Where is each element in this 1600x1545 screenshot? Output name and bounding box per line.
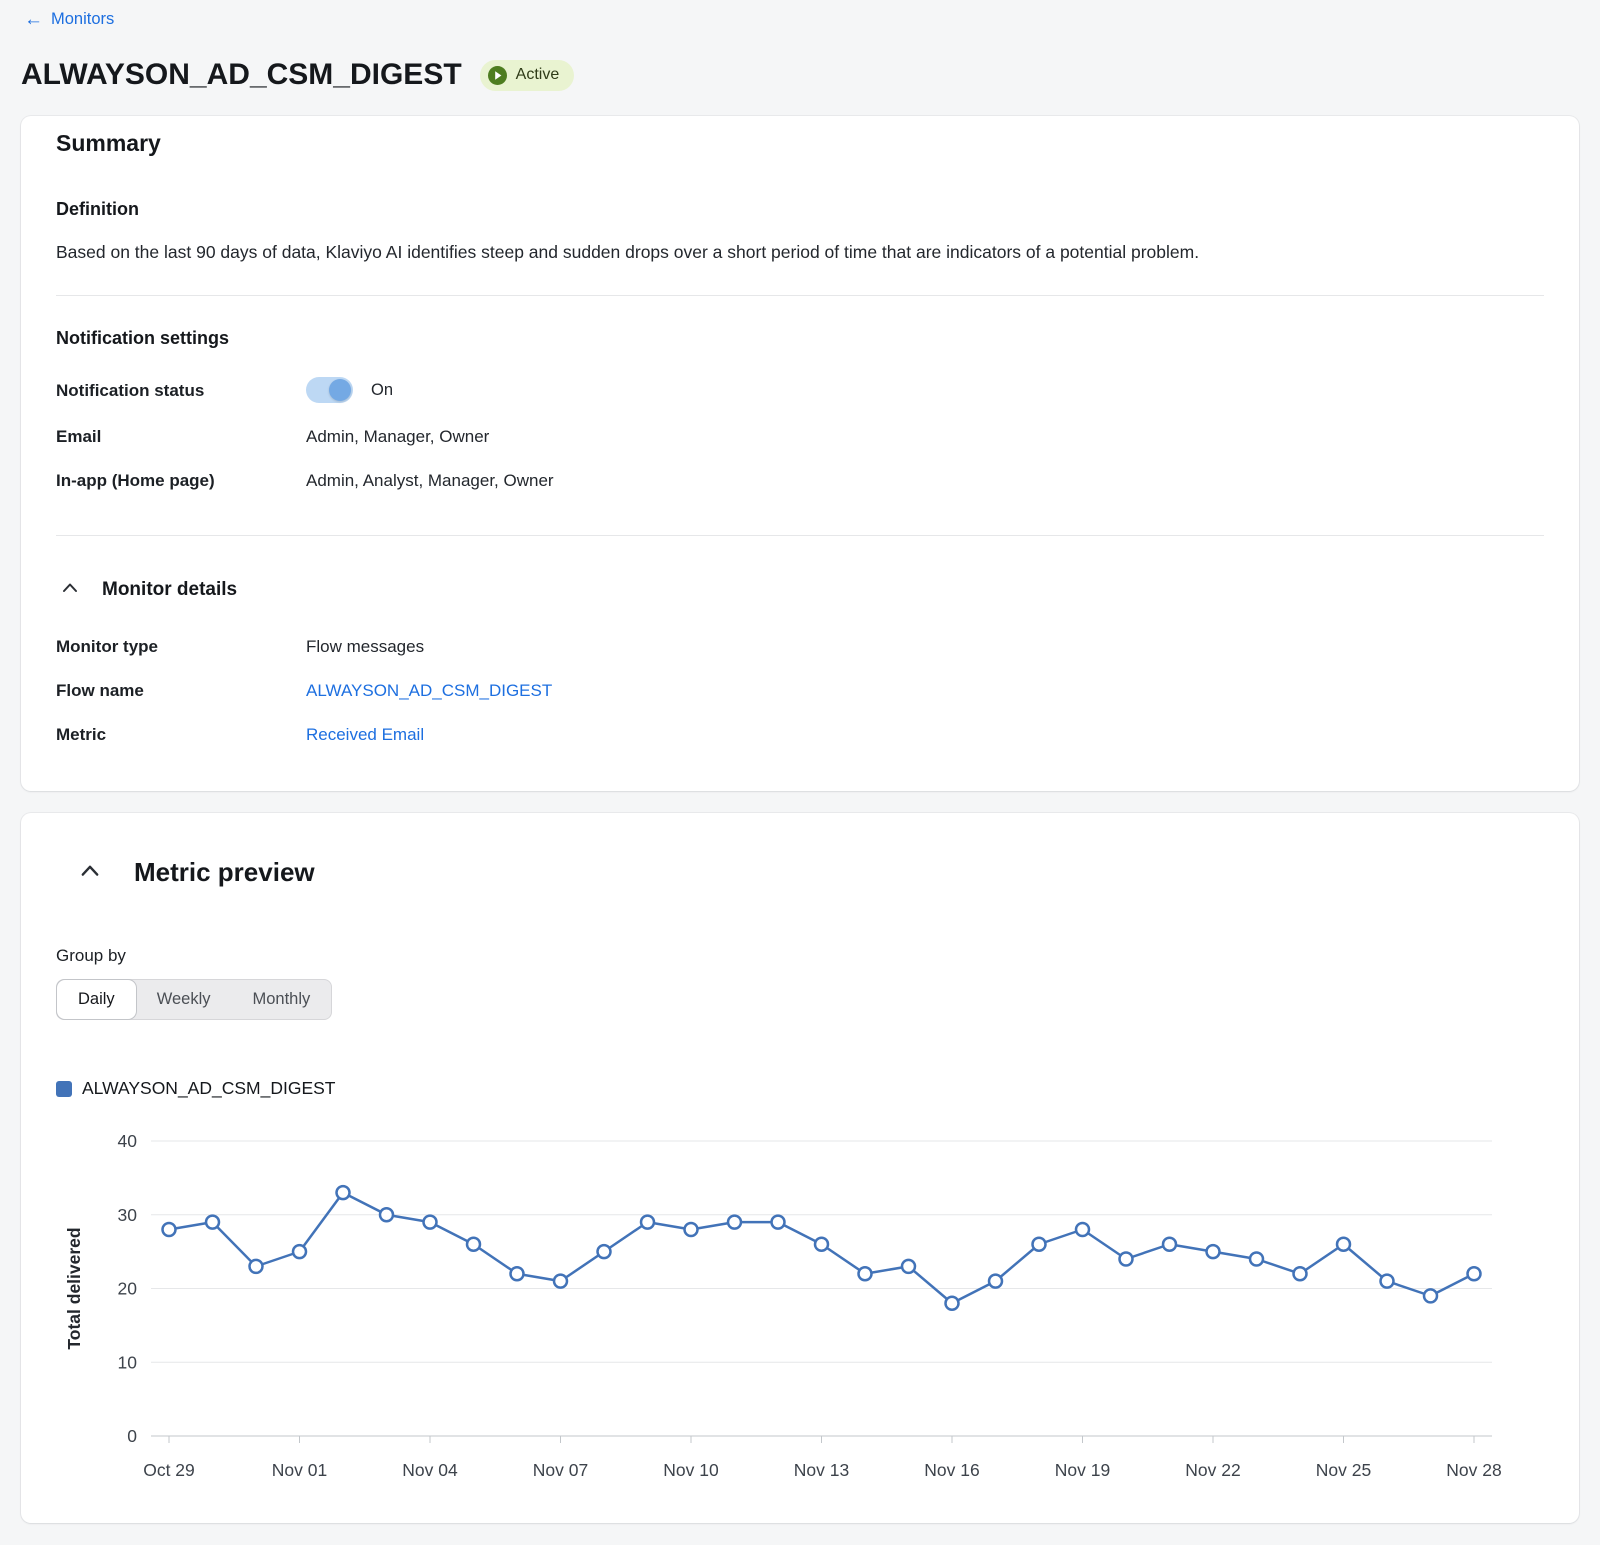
group-by-weekly-button[interactable]: Weekly bbox=[136, 980, 232, 1019]
svg-text:Nov 13: Nov 13 bbox=[794, 1460, 849, 1480]
svg-text:Nov 07: Nov 07 bbox=[533, 1460, 588, 1480]
monitor-type-label: Monitor type bbox=[56, 635, 306, 657]
svg-text:Nov 19: Nov 19 bbox=[1055, 1460, 1110, 1480]
svg-text:Nov 25: Nov 25 bbox=[1316, 1460, 1371, 1480]
collapse-metric-preview-button[interactable] bbox=[74, 855, 106, 890]
svg-text:30: 30 bbox=[118, 1205, 138, 1225]
back-to-monitors-link[interactable]: ← Monitors bbox=[24, 10, 114, 29]
inapp-value: Admin, Analyst, Manager, Owner bbox=[306, 469, 554, 491]
group-by-monthly-button[interactable]: Monthly bbox=[231, 980, 331, 1019]
metric-chart-container: 0 10 20 30 40 Oct 29 Nov 01 Nov 04 Nov 07 Nov 10 N… bbox=[56, 1125, 1506, 1495]
svg-text:10: 10 bbox=[118, 1353, 138, 1373]
svg-text:0: 0 bbox=[127, 1426, 137, 1446]
svg-text:Nov 10: Nov 10 bbox=[663, 1460, 719, 1480]
svg-text:Nov 28: Nov 28 bbox=[1446, 1460, 1501, 1480]
notification-email-row: Email Admin, Manager, Owner bbox=[56, 425, 1544, 447]
email-value: Admin, Manager, Owner bbox=[306, 425, 489, 447]
definition-text: Based on the last 90 days of data, Klavi… bbox=[56, 240, 1544, 265]
flow-name-link[interactable]: ALWAYSON_AD_CSM_DIGEST bbox=[306, 679, 552, 701]
divider bbox=[56, 535, 1544, 536]
monitor-details-header: Monitor details bbox=[56, 574, 1544, 605]
page-title: ALWAYSON_AD_CSM_DIGEST bbox=[21, 58, 462, 92]
svg-text:Nov 01: Nov 01 bbox=[272, 1460, 327, 1480]
chart-legend: ALWAYSON_AD_CSM_DIGEST bbox=[56, 1078, 1544, 1099]
metric-chart: 0 10 20 30 40 Oct 29 Nov 01 Nov 04 Nov 07 Nov 10 N… bbox=[56, 1125, 1506, 1490]
svg-text:20: 20 bbox=[118, 1279, 138, 1299]
svg-text:Nov 22: Nov 22 bbox=[1185, 1460, 1240, 1480]
status-badge-label: Active bbox=[516, 66, 560, 84]
status-badge: Active bbox=[480, 60, 575, 91]
metric-preview-header: Metric preview bbox=[56, 855, 1544, 890]
legend-swatch-icon bbox=[56, 1081, 72, 1097]
notification-inapp-row: In-app (Home page) Admin, Analyst, Manag… bbox=[56, 469, 1544, 491]
divider bbox=[56, 295, 1544, 296]
active-play-icon bbox=[488, 66, 507, 85]
chevron-up-icon bbox=[78, 859, 102, 886]
flow-name-row: Flow name ALWAYSON_AD_CSM_DIGEST bbox=[56, 679, 1544, 701]
monitor-type-row: Monitor type Flow messages bbox=[56, 635, 1544, 657]
metric-preview-heading: Metric preview bbox=[134, 857, 315, 888]
svg-text:Total delivered: Total delivered bbox=[64, 1228, 84, 1350]
notification-status-label: Notification status bbox=[56, 379, 306, 401]
svg-text:Nov 04: Nov 04 bbox=[402, 1460, 458, 1480]
notification-status-value: On bbox=[371, 381, 393, 400]
top-bar: ← Monitors bbox=[0, 0, 1600, 30]
notification-status-toggle[interactable] bbox=[306, 377, 353, 403]
chevron-up-icon bbox=[60, 578, 80, 601]
notification-status-row: Notification status On bbox=[56, 377, 1544, 403]
notification-settings-heading: Notification settings bbox=[56, 328, 1544, 349]
metric-link[interactable]: Received Email bbox=[306, 723, 424, 745]
metric-row: Metric Received Email bbox=[56, 723, 1544, 745]
definition-heading: Definition bbox=[56, 199, 1544, 220]
svg-text:Oct 29: Oct 29 bbox=[143, 1460, 195, 1480]
monitor-details-heading: Monitor details bbox=[102, 579, 237, 601]
metric-label: Metric bbox=[56, 723, 306, 745]
legend-label: ALWAYSON_AD_CSM_DIGEST bbox=[82, 1078, 336, 1099]
inapp-label: In-app (Home page) bbox=[56, 469, 306, 491]
svg-text:40: 40 bbox=[118, 1131, 138, 1151]
email-label: Email bbox=[56, 425, 306, 447]
monitor-type-value: Flow messages bbox=[306, 635, 424, 657]
collapse-monitor-details-button[interactable] bbox=[56, 574, 84, 605]
back-link-label: Monitors bbox=[51, 10, 114, 29]
flow-name-label: Flow name bbox=[56, 679, 306, 701]
summary-heading: Summary bbox=[56, 130, 1544, 157]
group-by-daily-button[interactable]: Daily bbox=[57, 980, 136, 1019]
group-by-segmented-control: Daily Weekly Monthly bbox=[56, 979, 332, 1020]
summary-card: Summary Definition Based on the last 90 … bbox=[21, 116, 1579, 791]
group-by-label: Group by bbox=[56, 946, 1544, 966]
svg-text:Nov 16: Nov 16 bbox=[924, 1460, 979, 1480]
back-arrow-icon: ← bbox=[24, 10, 43, 29]
metric-preview-card: Metric preview Group by Daily Weekly Mon… bbox=[21, 813, 1579, 1523]
page-header: ALWAYSON_AD_CSM_DIGEST Active bbox=[0, 58, 1600, 92]
toggle-knob bbox=[329, 379, 351, 401]
